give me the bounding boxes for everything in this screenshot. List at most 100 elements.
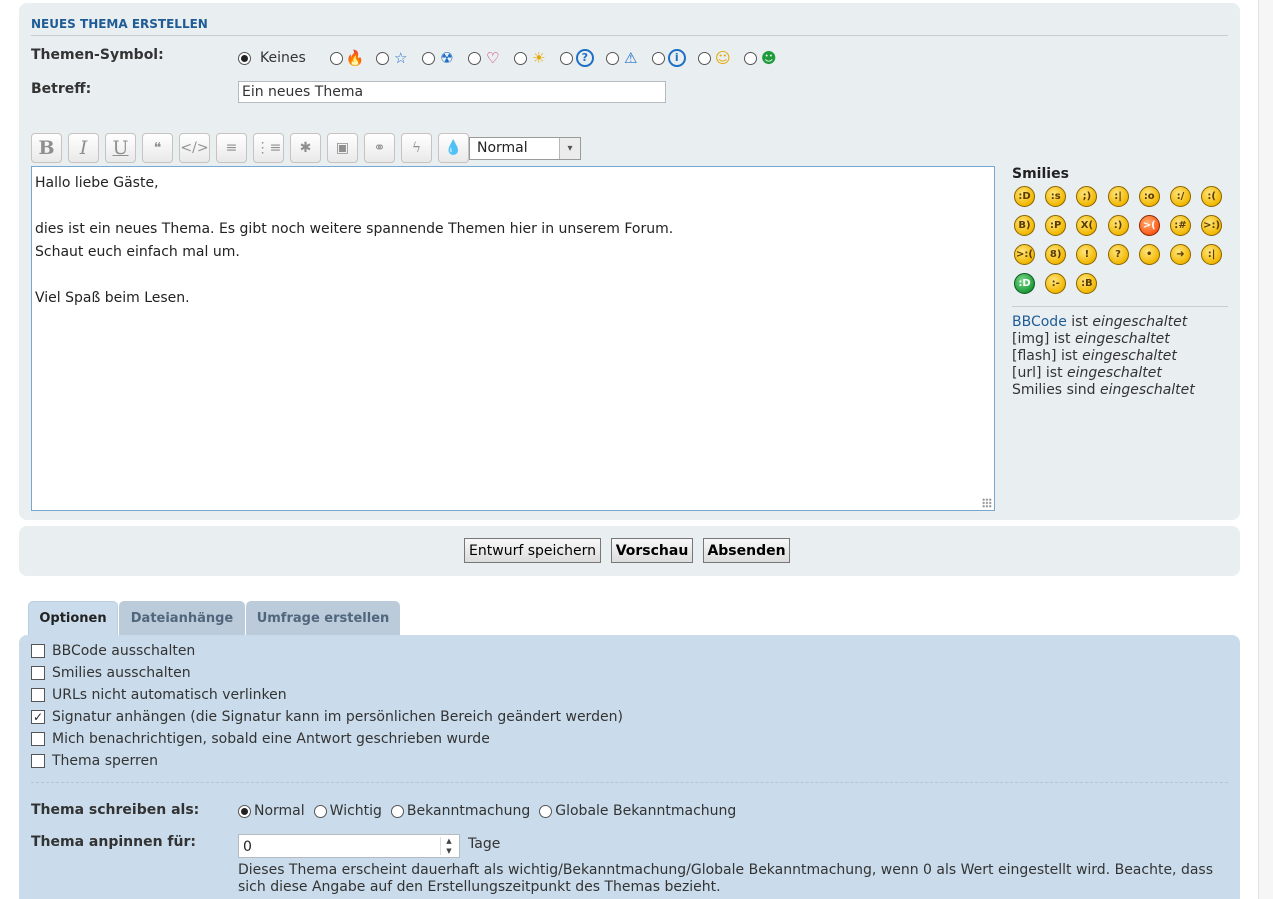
smiley-icon[interactable]: B): [1014, 215, 1035, 236]
font-size-select[interactable]: Normal ▾: [469, 136, 581, 160]
post-type-option[interactable]: Globale Bekanntmachung: [539, 803, 736, 819]
smiley-icon[interactable]: :B: [1076, 273, 1098, 294]
list-button[interactable]: ≡: [216, 133, 247, 163]
smiley-icon[interactable]: >(: [1138, 215, 1160, 236]
flash-button[interactable]: ϟ: [401, 133, 432, 163]
save-draft-button[interactable]: Entwurf speichern: [464, 538, 601, 563]
option-row[interactable]: Smilies ausschalten: [31, 663, 191, 683]
smiley-icon[interactable]: ;): [1076, 186, 1098, 207]
post-type-radio[interactable]: [390, 804, 404, 818]
checkbox[interactable]: [31, 688, 45, 702]
topic-icon-option-info[interactable]: i: [651, 49, 686, 67]
topic-icon-radio[interactable]: [697, 51, 711, 65]
smiley-icon[interactable]: :P: [1045, 215, 1067, 236]
topic-icon-option-sun[interactable]: ☀: [513, 49, 548, 67]
topic-icon-radio[interactable]: [651, 51, 665, 65]
smiley-icon[interactable]: :/: [1169, 186, 1191, 207]
smiley-icon[interactable]: :|: [1201, 244, 1223, 265]
tab-attachments[interactable]: Dateianhänge: [119, 601, 245, 635]
topic-icon-radio[interactable]: [743, 51, 757, 65]
topic-icon-none-radio[interactable]: [238, 51, 251, 65]
smiley-icon[interactable]: :#: [1169, 215, 1191, 236]
option-row[interactable]: Thema sperren: [31, 751, 158, 771]
post-type-radio[interactable]: [313, 804, 327, 818]
subject-input[interactable]: [238, 81, 666, 103]
option-row[interactable]: ✓ Signatur anhängen (die Signatur kann im…: [31, 707, 623, 727]
topic-icon-radio[interactable]: [467, 51, 481, 65]
option-row[interactable]: Mich benachrichtigen, sobald eine Antwor…: [31, 729, 490, 749]
smiley-icon[interactable]: :s: [1045, 186, 1067, 207]
post-type-option[interactable]: Wichtig: [313, 803, 382, 819]
chevron-down-icon[interactable]: ▾: [559, 137, 580, 159]
bbcode-link[interactable]: BBCode: [1012, 314, 1067, 330]
topic-icon-radio[interactable]: [605, 51, 619, 65]
smilies-title: Smilies: [1012, 166, 1069, 182]
warning-icon: ⚠: [624, 49, 638, 67]
smiley-icon[interactable]: :-: [1045, 273, 1067, 294]
smiley-icon[interactable]: ➜: [1169, 244, 1191, 265]
pin-days-input[interactable]: 0 ▲ ▼: [238, 834, 460, 858]
topic-icon-none-option[interactable]: Keines: [238, 50, 306, 66]
topic-icon-option-heart[interactable]: ♡: [467, 49, 502, 67]
smiley-icon[interactable]: :o: [1138, 186, 1160, 207]
topic-icon-radio[interactable]: [375, 51, 389, 65]
underline-button[interactable]: U: [105, 133, 136, 163]
tab-options[interactable]: Optionen: [28, 601, 118, 635]
smiley-icon[interactable]: :|: [1107, 186, 1129, 207]
bold-button[interactable]: B: [31, 133, 62, 163]
topic-icon-radio[interactable]: [513, 51, 527, 65]
option-label: URLs nicht automatisch verlinken: [52, 687, 287, 703]
smiley-icon[interactable]: :D: [1014, 186, 1035, 207]
smiley-icon[interactable]: >:): [1201, 215, 1223, 236]
smiley-icon[interactable]: >:(: [1014, 244, 1035, 265]
topic-icon-option-smiley-grin[interactable]: ☻: [743, 49, 778, 67]
smiley-icon[interactable]: •: [1138, 244, 1160, 265]
topic-icon-option-flame[interactable]: 🔥: [329, 49, 364, 67]
smiley-icon[interactable]: :): [1107, 215, 1129, 236]
checkbox[interactable]: [31, 644, 45, 658]
topic-icon-option-smiley-wink[interactable]: ☺: [697, 49, 732, 67]
checkbox[interactable]: [31, 754, 45, 768]
topic-icon-option-radioactive[interactable]: ☢: [421, 49, 456, 67]
checkbox-checked[interactable]: ✓: [31, 710, 45, 724]
italic-button[interactable]: I: [68, 133, 99, 163]
topic-icon-option-question[interactable]: ?: [559, 49, 594, 67]
preview-button[interactable]: Vorschau: [611, 538, 693, 563]
tab-poll[interactable]: Umfrage erstellen: [246, 601, 400, 635]
smiley-icon[interactable]: X(: [1076, 215, 1098, 236]
quote-button[interactable]: ❝: [142, 133, 173, 163]
topic-icon-option-star[interactable]: ☆: [375, 49, 410, 67]
image-button[interactable]: ▣: [327, 133, 358, 163]
list-item-button[interactable]: ✱: [290, 133, 321, 163]
post-type-radio[interactable]: [539, 804, 553, 818]
checkbox[interactable]: [31, 666, 45, 680]
smiley-icon[interactable]: !: [1076, 244, 1098, 265]
page-scrollbar[interactable]: [1258, 0, 1273, 899]
submit-button[interactable]: Absenden: [703, 538, 790, 563]
checkbox[interactable]: [31, 732, 45, 746]
stepper-icon[interactable]: ▲ ▼: [440, 837, 457, 855]
topic-icon-radio[interactable]: [421, 51, 435, 65]
star-icon: ☆: [394, 49, 408, 67]
topic-icon-option-warning[interactable]: ⚠: [605, 49, 640, 67]
link-button[interactable]: ⚭: [364, 133, 395, 163]
option-row[interactable]: URLs nicht automatisch verlinken: [31, 685, 287, 705]
smiley-icon[interactable]: ?: [1107, 244, 1129, 265]
resize-grip-icon[interactable]: [982, 498, 992, 508]
smiley-icon[interactable]: :D: [1014, 273, 1035, 294]
ordered-list-button[interactable]: ⋮≡: [253, 133, 284, 163]
topic-icon-options: Keines 🔥 ☆ ☢ ♡ ☀? ⚠ i ☺ ☻: [238, 47, 790, 69]
topic-icon-radio[interactable]: [559, 51, 573, 65]
topic-icon-radio[interactable]: [329, 51, 343, 65]
color-button[interactable]: 💧: [438, 133, 469, 163]
options-panel: [19, 635, 1240, 899]
message-textarea[interactable]: Hallo liebe Gäste, dies ist ein neues The…: [31, 166, 995, 511]
code-button[interactable]: </>: [179, 133, 210, 163]
post-type-option[interactable]: Normal: [238, 803, 305, 819]
option-row[interactable]: BBCode ausschalten: [31, 641, 195, 661]
smiley-icon[interactable]: 8): [1045, 244, 1067, 265]
post-type-option[interactable]: Bekanntmachung: [390, 803, 530, 819]
post-type-radio[interactable]: [238, 804, 251, 818]
smiley-icon[interactable]: :(: [1201, 186, 1223, 207]
smiley-wink-icon: ☺: [714, 49, 731, 67]
